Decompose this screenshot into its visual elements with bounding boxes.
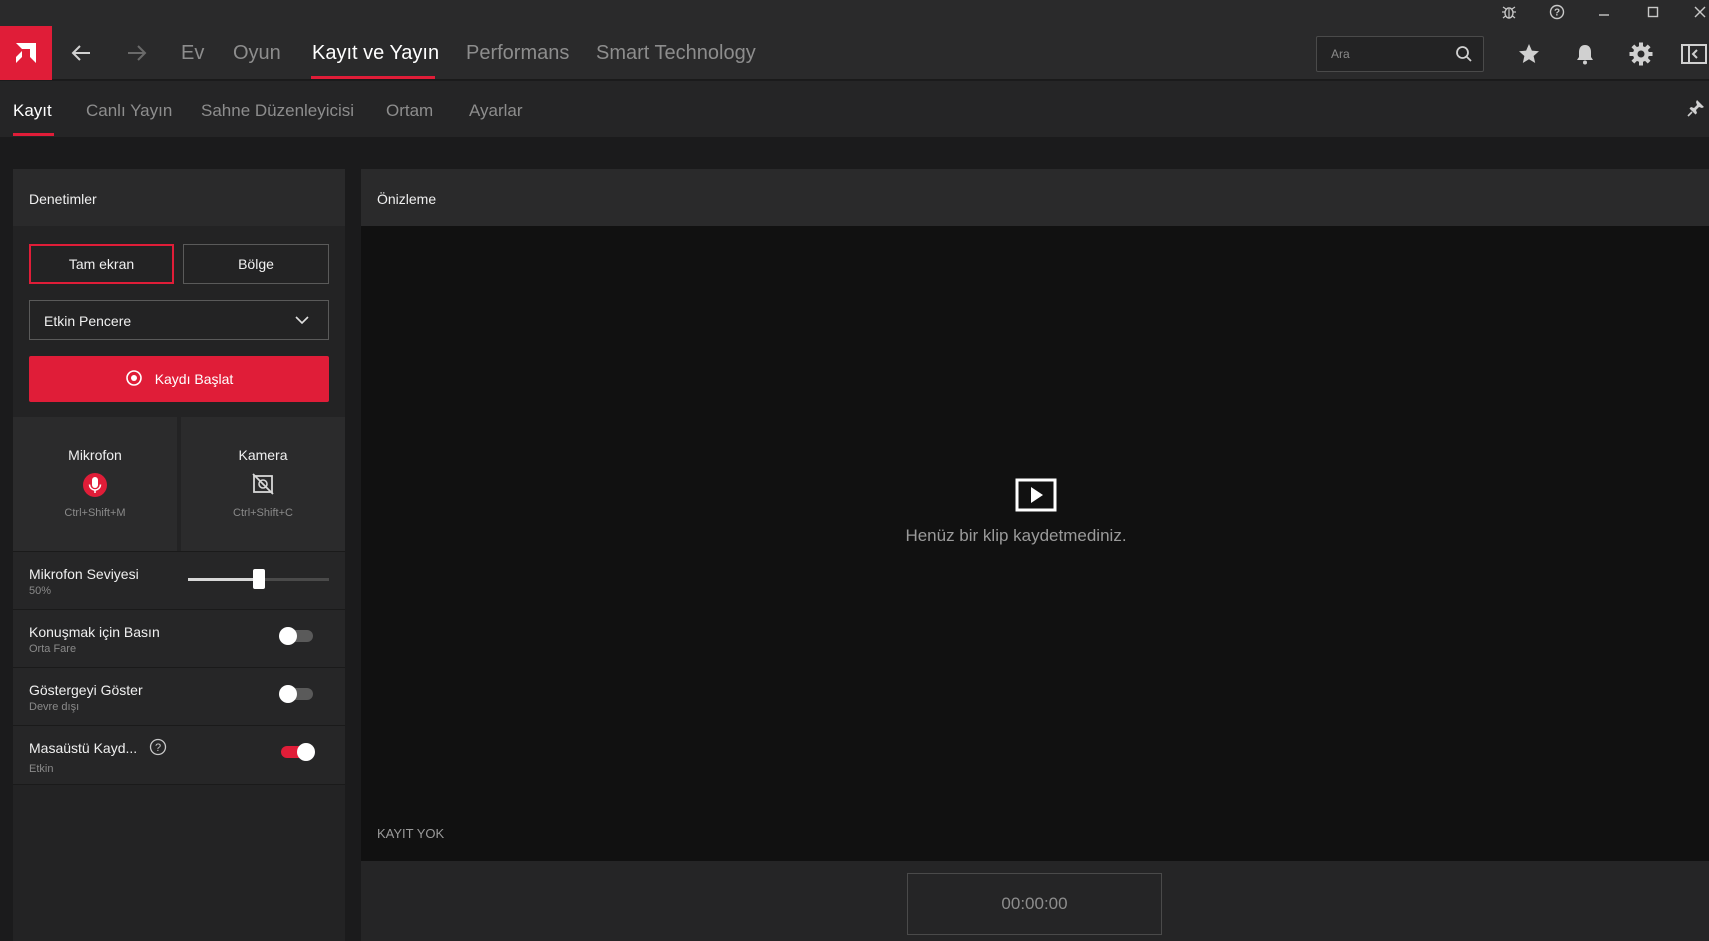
preview-panel: Önizleme Henüz bir klip kaydetmediniz. K…	[361, 169, 1709, 941]
tab-media[interactable]: Ortam	[386, 101, 433, 121]
region-mode-button[interactable]: Bölge	[183, 244, 329, 284]
controls-panel: Denetimler Tam ekran Bölge Etkin Pencere…	[13, 169, 345, 941]
desktop-record-row: Masaüstü Kayd... Etkin ?	[13, 725, 345, 785]
controls-panel-title: Denetimler	[29, 191, 97, 207]
settings-gear-icon[interactable]	[1626, 39, 1656, 69]
search-icon[interactable]	[1455, 45, 1473, 68]
microphone-label: Mikrofon	[68, 447, 122, 463]
desktop-record-sub: Etkin	[29, 763, 54, 775]
amd-logo[interactable]	[0, 26, 52, 80]
nav-gaming[interactable]: Oyun	[233, 42, 281, 65]
preview-header: Önizleme	[361, 169, 1709, 226]
push-to-talk-row: Konuşmak için Basın Orta Fare	[13, 609, 345, 667]
empty-state-message: Henüz bir klip kaydetmediniz.	[905, 526, 1127, 545]
record-icon	[125, 369, 143, 390]
push-to-talk-toggle[interactable]	[279, 627, 313, 645]
favorites-star-icon[interactable]	[1514, 39, 1544, 69]
desktop-record-label: Masaüstü Kayd...	[29, 740, 138, 756]
svg-text:?: ?	[155, 742, 161, 754]
camera-toggle[interactable]: Kamera Ctrl+Shift+C	[181, 417, 345, 551]
active-nav-indicator	[311, 76, 435, 79]
help-icon[interactable]: ?	[1541, 0, 1573, 24]
search-placeholder: Ara	[1331, 47, 1350, 61]
minimize-icon[interactable]	[1588, 0, 1620, 24]
sidebar-toggle-icon[interactable]	[1681, 39, 1709, 69]
nav-record-stream[interactable]: Kayıt ve Yayın	[312, 42, 439, 65]
svg-text:?: ?	[1554, 8, 1560, 19]
camera-label: Kamera	[238, 447, 288, 463]
tab-scene-editor[interactable]: Sahne Düzenleyicisi	[201, 101, 354, 121]
search-box[interactable]: Ara	[1316, 36, 1484, 72]
tab-record[interactable]: Kayıt	[13, 101, 52, 121]
capture-source-dropdown[interactable]: Etkin Pencere	[29, 300, 329, 340]
show-indicator-toggle[interactable]	[279, 685, 313, 703]
help-circle-icon[interactable]: ?	[149, 738, 167, 761]
preview-title: Önizleme	[377, 191, 437, 207]
sub-navigation: Kayıt Canlı Yayın Sahne Düzenleyicisi Or…	[0, 81, 1709, 137]
chevron-down-icon	[294, 312, 310, 333]
capture-source-value: Etkin Pencere	[44, 313, 132, 329]
show-indicator-label: Göstergeyi Göster	[29, 682, 143, 698]
camera-off-icon	[251, 472, 275, 501]
microphone-icon	[82, 472, 108, 503]
pin-icon[interactable]	[1687, 99, 1705, 122]
window-titlebar: ?	[0, 0, 1709, 26]
mic-level-value: 50%	[29, 585, 52, 597]
mic-level-label: Mikrofon Seviyesi	[29, 566, 139, 582]
push-to-talk-sub: Orta Fare	[29, 643, 77, 655]
nav-performance[interactable]: Performans	[466, 42, 569, 65]
close-icon[interactable]	[1684, 0, 1709, 24]
desktop-record-toggle[interactable]	[281, 743, 315, 761]
microphone-toggle[interactable]: Mikrofon Ctrl+Shift+M	[13, 417, 177, 551]
push-to-talk-label: Konuşmak için Basın	[29, 624, 160, 640]
camera-shortcut: Ctrl+Shift+C	[233, 507, 293, 519]
bug-icon[interactable]	[1493, 0, 1525, 24]
forward-arrow-icon[interactable]	[122, 40, 152, 66]
tab-settings[interactable]: Ayarlar	[469, 101, 523, 121]
controls-panel-header: Denetimler	[13, 169, 345, 226]
preview-footer: 00:00:00	[361, 861, 1709, 941]
microphone-shortcut: Ctrl+Shift+M	[64, 507, 126, 519]
nav-smart-technology[interactable]: Smart Technology	[596, 42, 756, 65]
fullscreen-mode-button[interactable]: Tam ekran	[29, 244, 174, 284]
mic-level-fill	[188, 578, 259, 581]
maximize-icon[interactable]	[1637, 0, 1669, 24]
main-navigation: Ev Oyun Kayıt ve Yayın Performans Smart …	[0, 26, 1709, 80]
active-tab-indicator	[13, 133, 54, 136]
recording-timer: 00:00:00	[907, 873, 1162, 935]
mic-level-handle[interactable]	[252, 569, 265, 589]
recording-status: KAYIT YOK	[377, 826, 445, 841]
mic-level-slider[interactable]	[188, 569, 329, 589]
back-arrow-icon[interactable]	[66, 40, 96, 66]
play-icon	[1015, 478, 1057, 517]
notifications-bell-icon[interactable]	[1570, 39, 1600, 69]
start-recording-label: Kaydı Başlat	[154, 371, 234, 387]
mic-level-row: Mikrofon Seviyesi 50%	[13, 551, 345, 609]
device-toggles: Mikrofon Ctrl+Shift+M Kamera Ctrl+Shift+…	[13, 417, 345, 551]
show-indicator-sub: Devre dışı	[29, 701, 80, 713]
show-indicator-row: Göstergeyi Göster Devre dışı	[13, 667, 345, 725]
tab-live-stream[interactable]: Canlı Yayın	[86, 101, 172, 121]
start-recording-button[interactable]: Kaydı Başlat	[29, 356, 329, 402]
nav-home[interactable]: Ev	[181, 42, 204, 65]
